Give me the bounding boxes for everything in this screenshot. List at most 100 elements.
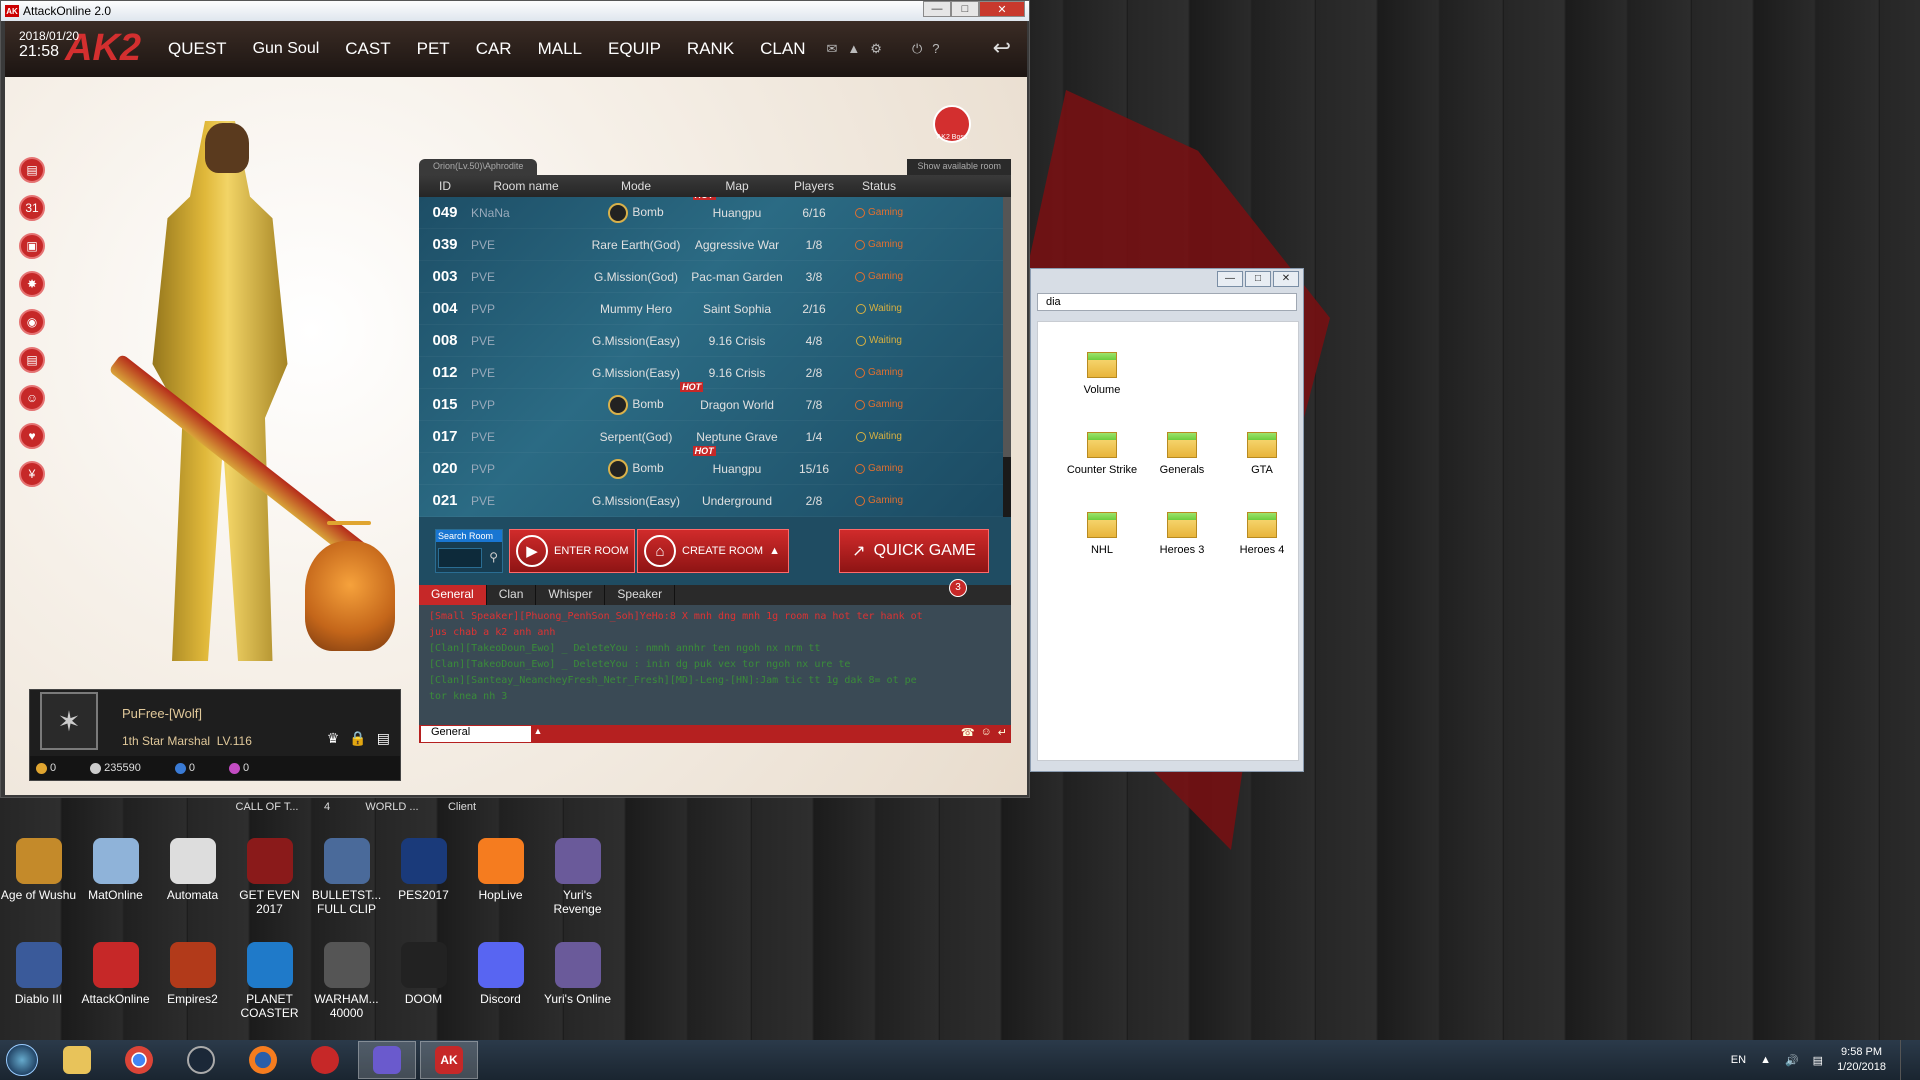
daily-icon[interactable]: 31 xyxy=(19,195,45,221)
desktop-shortcut-doom[interactable]: DOOM xyxy=(385,942,462,1020)
start-button[interactable] xyxy=(0,1040,44,1080)
minimize-button[interactable]: — xyxy=(923,1,951,17)
chat-tab-general[interactable]: General xyxy=(419,585,487,605)
room-row[interactable]: 003 PVE G.Mission(God) Pac-man Garden 3/8 Gam… xyxy=(419,261,1011,293)
explorer-address[interactable]: dia xyxy=(1037,293,1297,311)
desktop-shortcut-empires2[interactable]: Empires2 xyxy=(154,942,231,1020)
col-header-map[interactable]: Map xyxy=(691,179,783,193)
folder-nhl[interactable]: NHL xyxy=(1062,512,1142,556)
enter-room-button[interactable]: ▶ ENTER ROOM xyxy=(509,529,635,573)
event-icon[interactable]: ◉ xyxy=(19,309,45,335)
player-avatar[interactable]: ✶ xyxy=(40,692,98,750)
col-header-players[interactable]: Players xyxy=(783,179,845,193)
nav-gun-soul[interactable]: Gun Soul xyxy=(240,39,333,59)
search-input[interactable] xyxy=(438,548,482,568)
taskbar-attackonline[interactable]: AK xyxy=(420,1041,478,1079)
desktop-partial-label[interactable]: CALL OF T... xyxy=(232,801,302,813)
desktop-shortcut-get-even-2017[interactable]: GET EVEN 2017 xyxy=(231,838,308,916)
language-indicator[interactable]: EN xyxy=(1731,1054,1746,1066)
speaker-icon[interactable]: ☎ xyxy=(961,726,975,739)
nav-clan[interactable]: CLAN xyxy=(747,39,818,59)
chat-tab-speaker[interactable]: Speaker xyxy=(605,585,676,605)
gift-icon[interactable]: ▲ xyxy=(847,41,860,57)
show-available-toggle[interactable]: Show available room xyxy=(907,159,1011,175)
room-row[interactable]: 020 PVP Bomb HOT Huangpu 15/16 Gaming xyxy=(419,445,1011,485)
room-row[interactable]: 015 PVP Bomb HOT Dragon World 7/8 Gaming xyxy=(419,381,1011,421)
nav-car[interactable]: CAR xyxy=(463,39,525,59)
taskbar-explorer[interactable] xyxy=(48,1041,106,1079)
close-button[interactable]: ✕ xyxy=(979,1,1025,17)
lock-icon[interactable]: 🔒 xyxy=(349,730,366,747)
heart-icon[interactable]: ♥ xyxy=(19,423,45,449)
taskbar-firefox[interactable] xyxy=(234,1041,292,1079)
id-card-icon[interactable]: ▤ xyxy=(377,730,390,747)
scroll-thumb[interactable] xyxy=(1003,197,1011,457)
desktop-shortcut-automata[interactable]: Automata xyxy=(154,838,231,916)
vip-icon[interactable]: ♛ xyxy=(327,730,340,747)
folder-volume[interactable]: Volume xyxy=(1062,352,1142,396)
chat-tab-clan[interactable]: Clan xyxy=(487,585,537,605)
folder-gta[interactable]: GTA xyxy=(1222,432,1302,476)
room-list-scrollbar[interactable] xyxy=(1003,197,1011,517)
nav-mall[interactable]: MALL xyxy=(525,39,595,59)
mail-icon[interactable]: ✉ xyxy=(827,41,838,57)
quick-game-button[interactable]: ↗ QUICK GAME xyxy=(839,529,989,573)
chat-channel-select[interactable]: General xyxy=(421,726,531,742)
explorer-maximize-button[interactable]: □ xyxy=(1245,271,1271,287)
clock[interactable]: 9:58 PM 1/20/2018 xyxy=(1837,1045,1886,1075)
desktop-partial-label[interactable]: 4 xyxy=(302,801,352,813)
chat-channel-dropdown-icon[interactable]: ▲ xyxy=(531,726,545,742)
wheel-icon[interactable]: ✸ xyxy=(19,271,45,297)
nav-cast[interactable]: CAST xyxy=(332,39,403,59)
col-header-status[interactable]: Status xyxy=(845,179,913,193)
desktop-shortcut-age-of-wushu[interactable]: Age of Wushu xyxy=(0,838,77,916)
col-header-mode[interactable]: Mode xyxy=(581,179,691,193)
folder-generals[interactable]: Generals xyxy=(1142,432,1222,476)
settings-icon[interactable]: ⚙ xyxy=(870,41,882,57)
desktop-shortcut-pes2017[interactable]: PES2017 xyxy=(385,838,462,916)
room-row[interactable]: 021 PVE G.Mission(Easy) Underground 2/8 Gamin… xyxy=(419,485,1011,517)
desktop-shortcut-matonline[interactable]: MatOnline xyxy=(77,838,154,916)
folder-heroes-4[interactable]: Heroes 4 xyxy=(1222,512,1302,556)
desktop-shortcut-warham-40000[interactable]: WARHAM... 40000 xyxy=(308,942,385,1020)
tray-up-arrow-icon[interactable]: ▲ xyxy=(1760,1054,1771,1066)
room-row[interactable]: 004 PVP Mummy Hero Saint Sophia 2/16 Waiting xyxy=(419,293,1011,325)
taskbar-garena[interactable] xyxy=(296,1041,354,1079)
folder-counter-strike[interactable]: Counter Strike xyxy=(1062,432,1142,476)
explorer-minimize-button[interactable]: — xyxy=(1217,271,1243,287)
search-icon[interactable]: ⚲ xyxy=(489,550,498,564)
create-room-button[interactable]: ⌂ CREATE ROOM ▲ xyxy=(637,529,789,573)
room-row[interactable]: 008 PVE G.Mission(Easy) 9.16 Crisis 4/8 Waiti… xyxy=(419,325,1011,357)
folder-heroes-3[interactable]: Heroes 3 xyxy=(1142,512,1222,556)
desktop-shortcut-yuri-s-online[interactable]: Yuri's Online xyxy=(539,942,616,1020)
desktop-shortcut-attackonline[interactable]: AttackOnline xyxy=(77,942,154,1020)
desktop-shortcut-yuri-s-revenge[interactable]: Yuri's Revenge xyxy=(539,838,616,916)
chat-tab-whisper[interactable]: Whisper xyxy=(536,585,606,605)
send-icon[interactable]: ↵ xyxy=(998,726,1007,739)
desktop-shortcut-bulletst-full-clip[interactable]: BULLETST... FULL CLIP xyxy=(308,838,385,916)
emoji-icon[interactable]: ☺ xyxy=(981,726,992,739)
room-row[interactable]: 012 PVE G.Mission(Easy) 9.16 Crisis 2/8 Gamin… xyxy=(419,357,1011,389)
desktop-shortcut-discord[interactable]: Discord xyxy=(462,942,539,1020)
taskbar-chrome[interactable] xyxy=(110,1041,168,1079)
server-tab[interactable]: Orion(Lv.50)\Aphrodite xyxy=(419,159,538,175)
nav-equip[interactable]: EQUIP xyxy=(595,39,674,59)
back-icon[interactable]: ↩ xyxy=(993,35,1011,61)
power-icon[interactable]: ⏻ xyxy=(912,41,922,57)
nav-quest[interactable]: QUEST xyxy=(155,39,240,59)
desktop-partial-label[interactable]: WORLD ... xyxy=(352,801,432,813)
shop-icon[interactable]: ▤ xyxy=(19,347,45,373)
yen-icon[interactable]: ¥ xyxy=(19,461,45,487)
room-row[interactable]: 039 PVE Rare Earth(God) Aggressive War 1/8 Ga… xyxy=(419,229,1011,261)
desktop-shortcut-planet-coaster[interactable]: PLANET COASTER xyxy=(231,942,308,1020)
calendar-icon[interactable]: ▤ xyxy=(19,157,45,183)
network-icon[interactable]: ▤ xyxy=(1813,1054,1823,1067)
volume-icon[interactable]: 🔊 xyxy=(1785,1054,1799,1067)
help-icon[interactable]: ? xyxy=(932,41,939,57)
desktop-shortcut-diablo-iii[interactable]: Diablo III xyxy=(0,942,77,1020)
maximize-button[interactable]: □ xyxy=(951,1,979,17)
room-row[interactable]: 049 KNaNa Bomb HOT Huangpu 6/16 Gaming xyxy=(419,197,1011,229)
friends-icon[interactable]: ☺ xyxy=(19,385,45,411)
nav-pet[interactable]: PET xyxy=(404,39,463,59)
explorer-close-button[interactable]: ✕ xyxy=(1273,271,1299,287)
